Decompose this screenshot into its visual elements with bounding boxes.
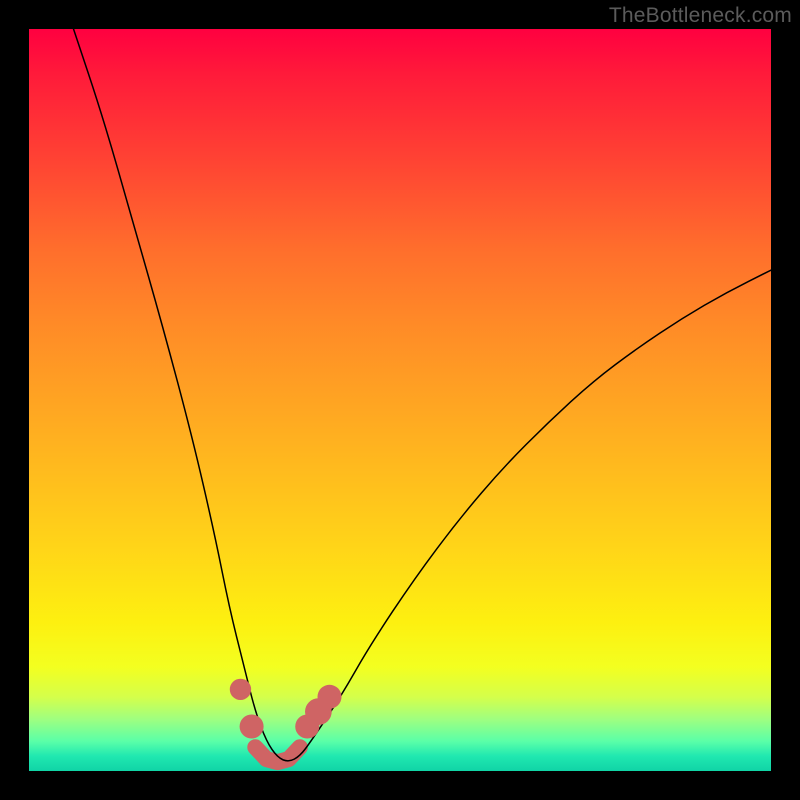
chart-frame	[29, 29, 771, 771]
curve-marker	[230, 679, 251, 700]
curve-marker	[240, 714, 264, 738]
frame-bottom-border	[0, 771, 800, 800]
bottleneck-plot	[29, 29, 771, 771]
watermark-text: TheBottleneck.com	[609, 4, 792, 28]
bottleneck-curve	[74, 29, 771, 761]
curve-markers	[230, 679, 342, 739]
curve-marker	[317, 685, 341, 709]
